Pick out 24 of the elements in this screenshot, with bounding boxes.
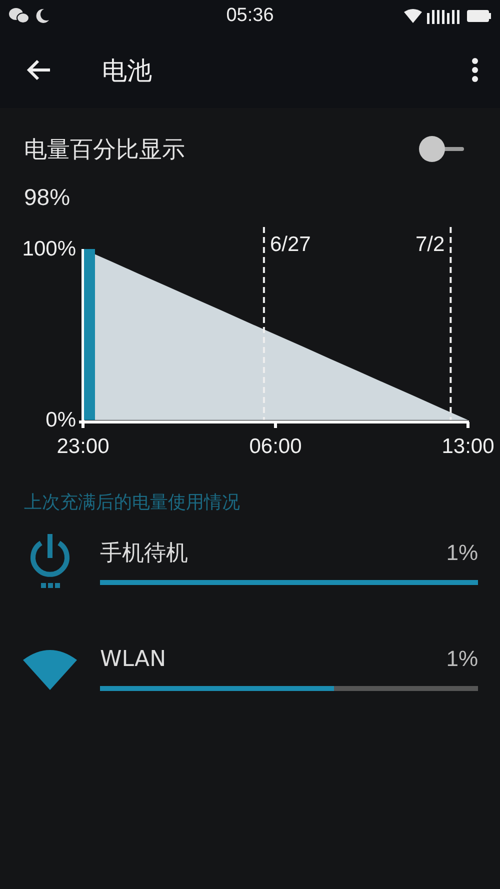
y-tick-label: 100% bbox=[22, 238, 76, 260]
more-menu-icon[interactable] bbox=[470, 57, 480, 83]
page-title: 电池 bbox=[102, 54, 153, 86]
section-heading: 上次充满后的电量使用情况 bbox=[23, 491, 241, 515]
power-icon bbox=[30, 534, 70, 588]
wifi-icon bbox=[23, 650, 77, 690]
clock-time: 05:36 bbox=[226, 5, 274, 27]
date-label: 7/2 bbox=[415, 233, 445, 256]
y-tick-label: 0% bbox=[46, 408, 76, 432]
date-label: 6/27 bbox=[270, 233, 311, 256]
x-tick-label: 06:00 bbox=[249, 435, 302, 458]
setting-label: 电量百分比显示 bbox=[24, 136, 185, 164]
usage-percent: 1% bbox=[446, 646, 478, 672]
x-tick-label: 23:00 bbox=[56, 435, 110, 458]
battery-icon bbox=[466, 9, 492, 23]
battery-percentage: 98% bbox=[23, 184, 72, 212]
usage-name: WLAN bbox=[100, 646, 166, 672]
moon-icon bbox=[34, 8, 50, 24]
signal-icon bbox=[426, 8, 462, 24]
wifi-icon bbox=[404, 9, 422, 23]
usage-percent: 1% bbox=[446, 540, 478, 566]
x-tick-label: 13:00 bbox=[442, 435, 494, 458]
usage-name: 手机待机 bbox=[100, 540, 188, 568]
toggle-switch[interactable] bbox=[418, 135, 466, 163]
